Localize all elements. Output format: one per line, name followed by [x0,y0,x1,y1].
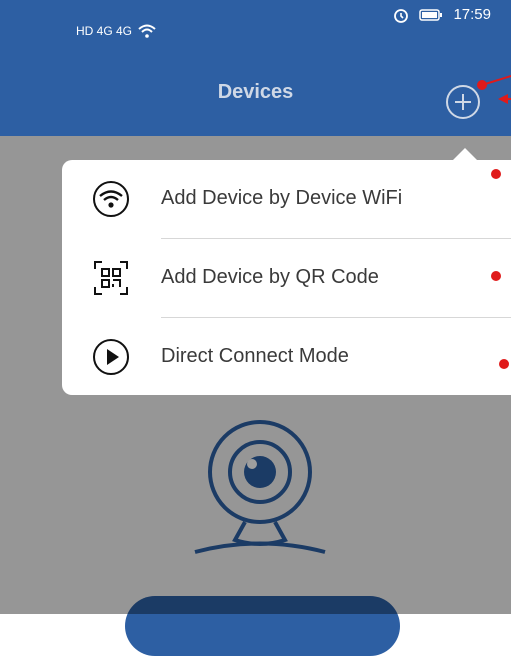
page-title: Devices [217,81,294,103]
qr-code-icon [94,261,128,295]
menu-item-label: Add Device by QR Code [161,266,379,288]
battery-icon [419,8,443,21]
signal-indicators: HD 4G 4G [76,24,156,38]
menu-item-device-wifi[interactable]: Add Device by Device WiFi [62,160,511,238]
wifi-status-icon [138,24,156,38]
annotation-dot [491,169,501,179]
menu-item-label: Direct Connect Mode [161,345,349,367]
annotation-dot [499,359,509,369]
menu-item-qr-code[interactable]: Add Device by QR Code [62,239,511,317]
annotation-dot [477,80,487,90]
status-bar: HD 4G 4G 17:59 [0,0,511,44]
menu-caret [453,148,477,160]
annotation-dot [491,271,501,281]
play-icon [93,339,129,375]
annotation-arrows [481,75,511,104]
alarm-icon [394,8,409,23]
add-device-menu: Add Device by Device WiFi Add Device by … [62,160,511,395]
status-right: 17:59 [393,6,491,23]
status-time: 17:59 [453,6,491,23]
wifi-icon [93,181,129,217]
status-left-text: HD 4G 4G [76,24,133,38]
menu-item-direct-connect[interactable]: Direct Connect Mode [62,318,511,396]
app-header: Devices [0,44,511,136]
menu-item-label: Add Device by Device WiFi [161,187,403,209]
